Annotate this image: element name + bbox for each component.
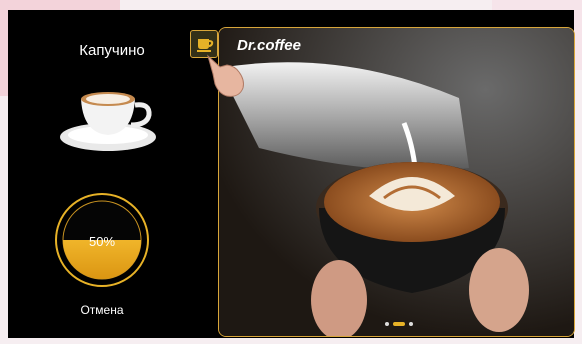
product-title: Капучино — [79, 42, 145, 59]
screen: Капучино 50% Отмена Dr.coffee — [0, 0, 582, 344]
carousel-dot[interactable] — [385, 322, 389, 326]
carousel-dot-active[interactable] — [393, 322, 405, 326]
pointing-hand-icon — [207, 54, 244, 97]
brand-logo: Dr.coffee — [237, 37, 301, 54]
cancel-button[interactable]: Отмена — [62, 303, 142, 317]
cappuccino-cup-image — [60, 92, 156, 151]
carousel-dot[interactable] — [409, 322, 413, 326]
latte-art-photo — [219, 28, 574, 336]
progress-percent: 50% — [88, 234, 116, 249]
latte-art-banner: Dr.coffee — [218, 27, 575, 337]
carousel-indicator[interactable] — [385, 322, 413, 326]
